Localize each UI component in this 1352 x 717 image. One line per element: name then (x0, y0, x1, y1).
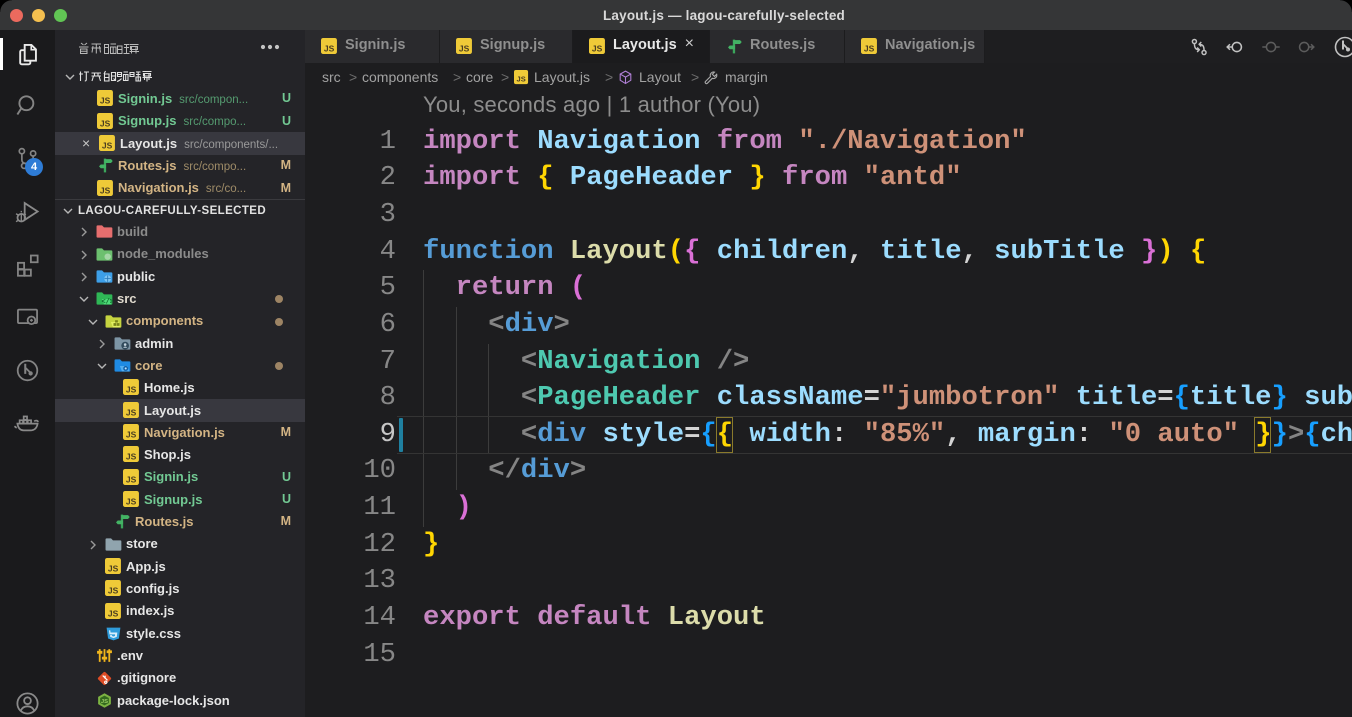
svg-text:</>: </> (101, 299, 113, 307)
